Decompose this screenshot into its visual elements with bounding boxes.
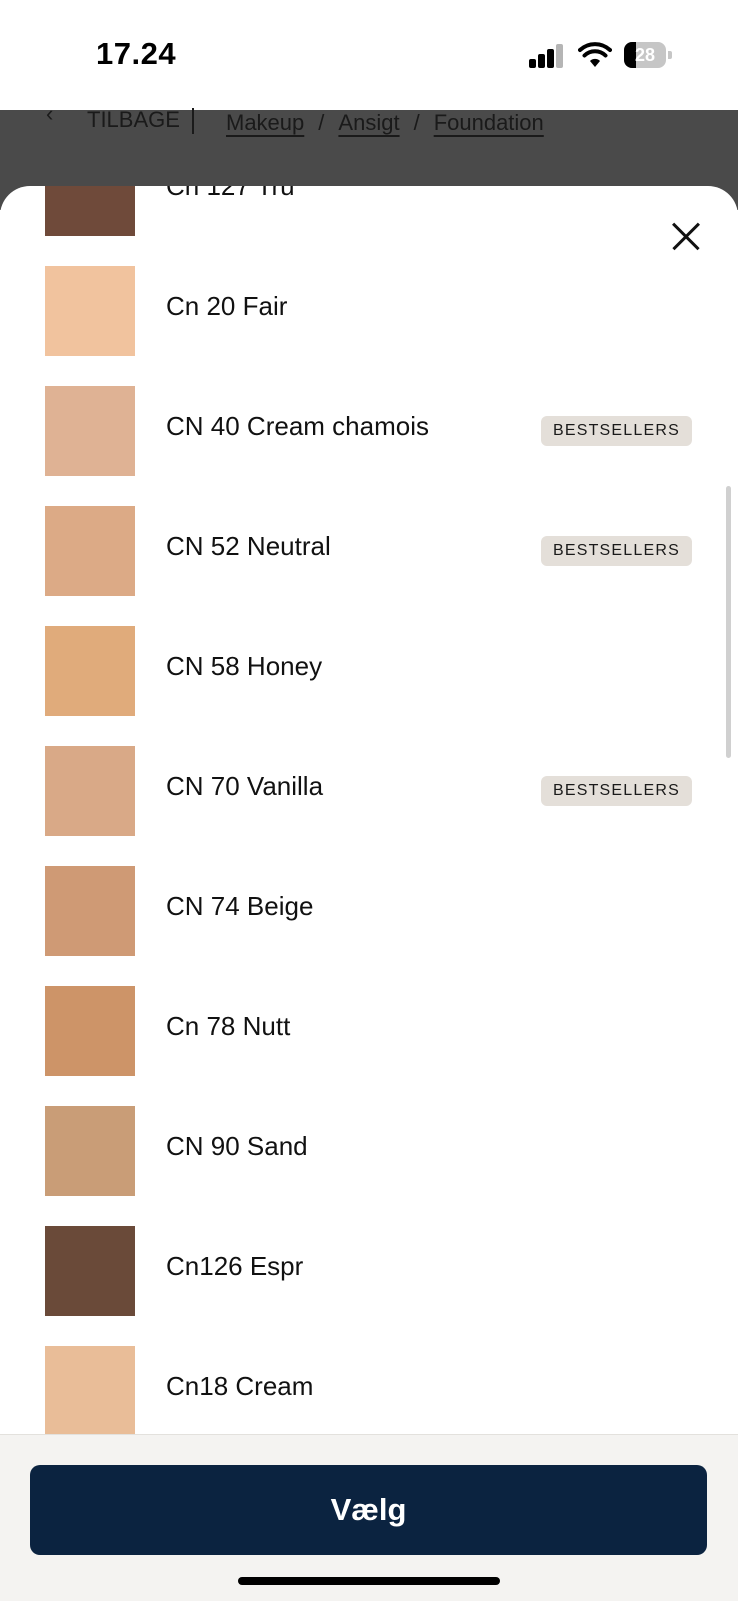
breadcrumb-ansigt[interactable]: Ansigt [338, 110, 399, 135]
battery-level-text: 28 [634, 45, 656, 65]
home-indicator [238, 1577, 500, 1585]
shade-swatch [45, 866, 135, 956]
breadcrumb: Makeup / Ansigt / Foundation [226, 110, 544, 136]
shade-swatch [45, 266, 135, 356]
shade-option[interactable]: CN 70 Vanilla BESTSELLERS [0, 746, 738, 866]
shade-picker-sheet: Cn 127 Tru Cn 20 Fair CN 40 Cream chamois B… [0, 186, 738, 1600]
shade-name: Cn 78 Nutt [166, 1011, 291, 1041]
shade-option[interactable]: CN 58 Honey [0, 626, 738, 746]
shade-swatch [45, 986, 135, 1076]
status-bar: 17.24 28 [0, 0, 738, 110]
shade-swatch [45, 506, 135, 596]
shade-name: Cn18 Cream [166, 1371, 314, 1401]
shade-name: CN 52 Neutral [166, 531, 331, 561]
shade-option[interactable]: Cn 127 Tru [0, 186, 738, 266]
battery-icon: 28 [624, 42, 672, 68]
shade-swatch [45, 626, 135, 716]
shade-name: Cn126 Espr [166, 1251, 304, 1281]
shade-swatch [45, 1346, 135, 1436]
shade-name: CN 70 Vanilla [166, 771, 324, 801]
shade-name: CN 58 Honey [166, 651, 323, 681]
shade-option[interactable]: CN 52 Neutral BESTSELLERS [0, 506, 738, 626]
breadcrumb-foundation[interactable]: Foundation [434, 110, 544, 135]
shade-option[interactable]: Cn 20 Fair [0, 266, 738, 386]
shade-swatch [45, 1106, 135, 1196]
shade-swatch [45, 1226, 135, 1316]
action-footer: Vælg [0, 1434, 738, 1601]
shade-swatch [45, 746, 135, 836]
shade-swatch [45, 186, 135, 236]
back-link[interactable]: TILBAGE [87, 109, 180, 131]
wifi-icon [578, 42, 612, 67]
breadcrumb-makeup[interactable]: Makeup [226, 110, 304, 135]
shade-name: CN 74 Beige [166, 891, 314, 921]
bestseller-badge: BESTSELLERS [540, 776, 692, 806]
shade-option[interactable]: CN 90 Sand [0, 1106, 738, 1226]
shade-name: CN 90 Sand [166, 1131, 308, 1161]
shade-name: Cn 127 Tru [166, 186, 295, 201]
cellular-signal-icon [529, 44, 565, 68]
shade-option[interactable]: Cn126 Espr [0, 1226, 738, 1346]
shade-name: CN 40 Cream chamois [166, 411, 429, 441]
scrollbar[interactable] [726, 486, 731, 758]
select-button[interactable]: Vælg [30, 1465, 707, 1555]
shade-option[interactable]: Cn 78 Nutt [0, 986, 738, 1106]
breadcrumb-separator: / [318, 110, 325, 135]
status-time: 17.24 [96, 36, 177, 71]
divider [192, 108, 194, 134]
bestseller-badge: BESTSELLERS [540, 416, 692, 446]
chevron-left-icon[interactable]: ‹ [46, 103, 53, 125]
shade-swatch [45, 386, 135, 476]
shade-name: Cn 20 Fair [166, 291, 288, 321]
shade-option[interactable]: CN 40 Cream chamois BESTSELLERS [0, 386, 738, 506]
shade-option[interactable]: CN 74 Beige [0, 866, 738, 986]
close-icon[interactable] [672, 222, 700, 250]
breadcrumb-separator: / [413, 110, 420, 135]
bestseller-badge: BESTSELLERS [540, 536, 692, 566]
